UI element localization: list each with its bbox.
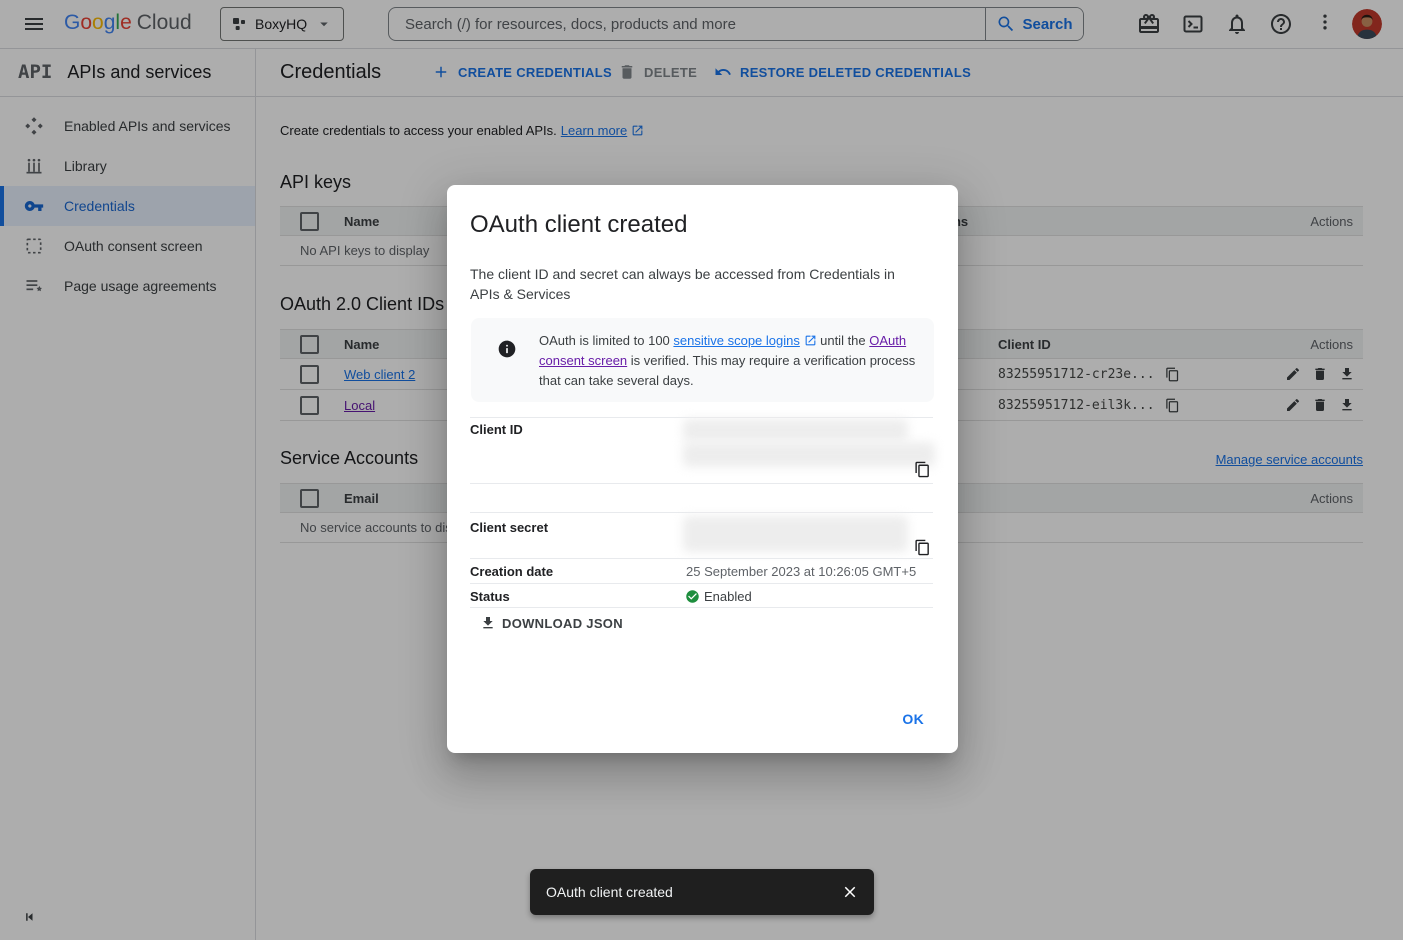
status-label: Status bbox=[470, 589, 510, 604]
client-id-label: Client ID bbox=[470, 422, 523, 437]
notice-text: OAuth is limited to 100 sensitive scope … bbox=[539, 331, 918, 402]
divider bbox=[470, 607, 933, 608]
download-json-label: DOWNLOAD JSON bbox=[502, 616, 623, 631]
divider bbox=[470, 483, 933, 484]
creation-date-value: 25 September 2023 at 10:26:05 GMT+5 bbox=[686, 564, 916, 579]
sensitive-scope-logins-link[interactable]: sensitive scope logins bbox=[673, 333, 799, 348]
verification-notice: OAuth is limited to 100 sensitive scope … bbox=[471, 318, 934, 402]
dialog-title: OAuth client created bbox=[470, 211, 687, 239]
check-circle-icon bbox=[685, 589, 700, 604]
notice-part: until the bbox=[817, 333, 870, 348]
external-link-icon bbox=[804, 334, 817, 347]
status-value: Enabled bbox=[704, 589, 752, 604]
dialog-description: The client ID and secret can always be a… bbox=[470, 264, 920, 304]
creation-date-label: Creation date bbox=[470, 564, 553, 579]
client-id-redacted-value bbox=[683, 442, 935, 467]
notice-part: OAuth is limited to 100 bbox=[539, 333, 673, 348]
client-secret-label: Client secret bbox=[470, 520, 548, 535]
download-icon bbox=[480, 615, 496, 631]
divider bbox=[470, 583, 933, 584]
info-icon bbox=[497, 339, 517, 359]
divider bbox=[470, 417, 933, 418]
toast-message: OAuth client created bbox=[546, 884, 841, 900]
oauth-client-created-dialog: OAuth client created The client ID and s… bbox=[447, 185, 958, 753]
ok-button[interactable]: OK bbox=[894, 705, 932, 733]
toast-snackbar: OAuth client created bbox=[530, 869, 874, 915]
copy-client-id-icon[interactable] bbox=[914, 461, 931, 478]
google-cloud-console: Google Cloud BoxyHQ Search bbox=[0, 0, 1403, 940]
copy-client-secret-icon[interactable] bbox=[914, 539, 931, 556]
status-badge: Enabled bbox=[685, 589, 752, 604]
client-secret-redacted-value bbox=[683, 516, 908, 552]
close-icon[interactable] bbox=[841, 883, 859, 901]
divider bbox=[470, 558, 933, 559]
download-json-button[interactable]: DOWNLOAD JSON bbox=[480, 615, 623, 631]
divider bbox=[470, 512, 933, 513]
client-id-redacted-value bbox=[683, 419, 908, 441]
